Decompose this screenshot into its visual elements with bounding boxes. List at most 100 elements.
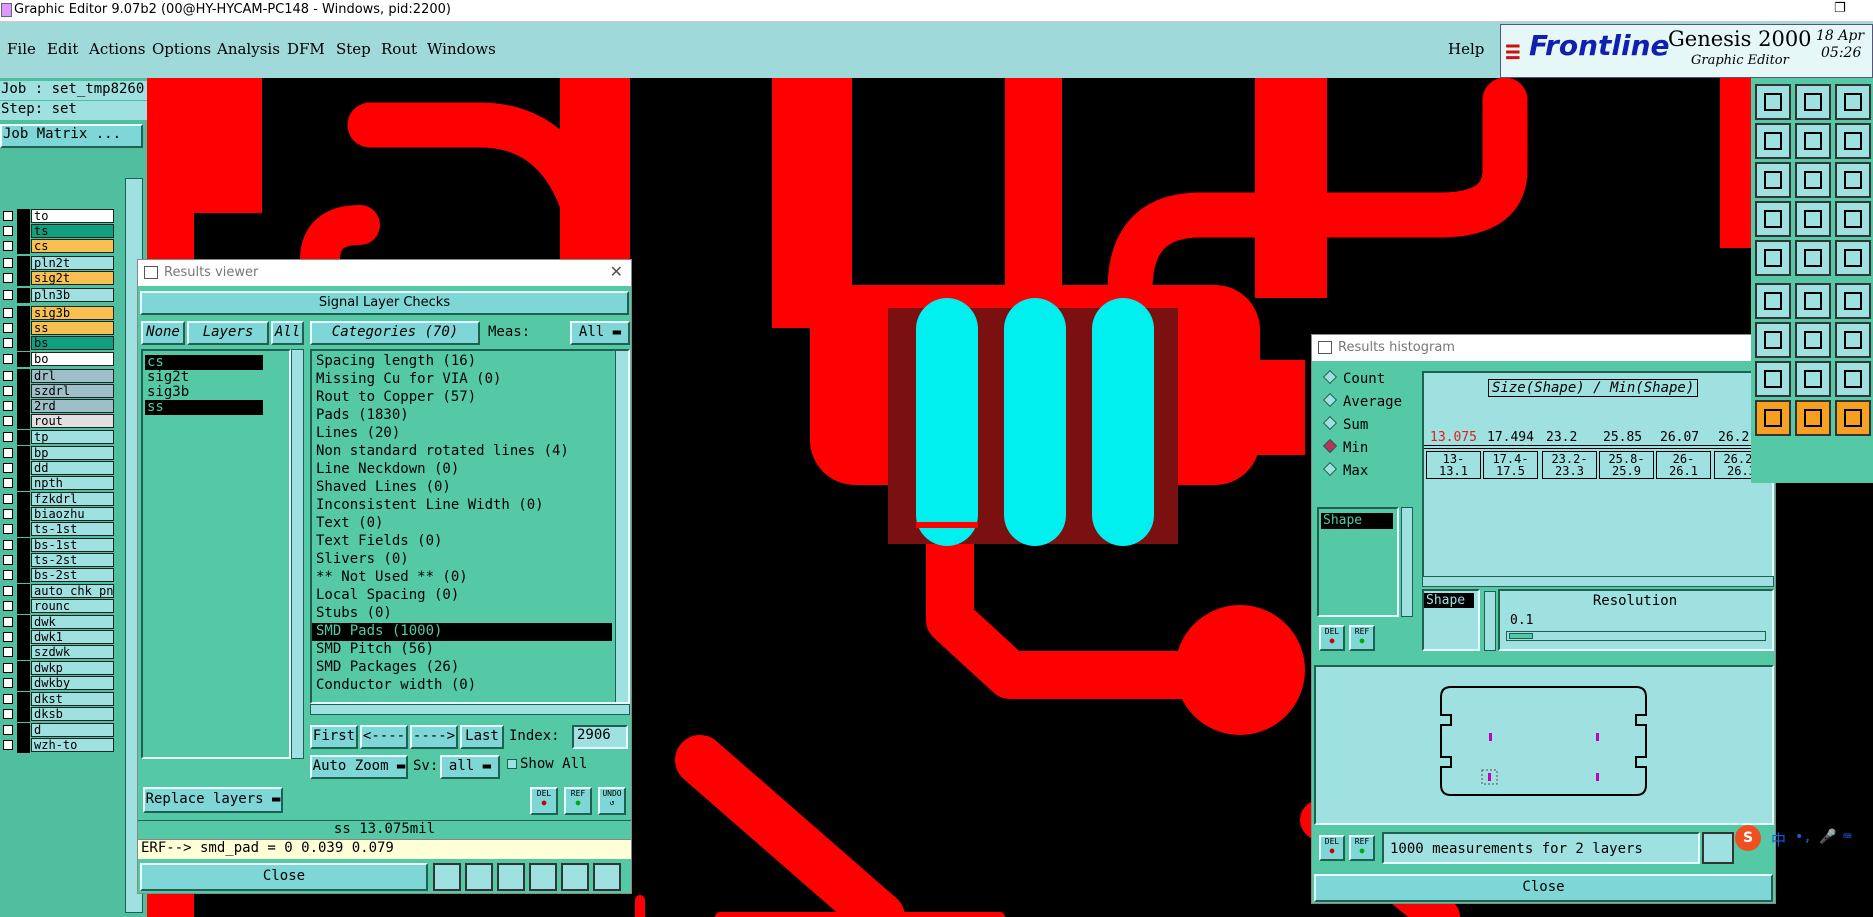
layer-row[interactable]: drl <box>0 369 116 384</box>
layer-row[interactable]: fzkdrl <box>0 492 116 507</box>
layer-name[interactable]: pln3b <box>31 288 114 302</box>
layer-name[interactable]: dwk <box>31 615 114 629</box>
category-listbox[interactable]: Spacing length (16) Missing Cu for VIA (0… <box>310 349 630 704</box>
print-icon[interactable] <box>1835 84 1871 120</box>
auto-zoom-select[interactable]: Auto Zoom ▬ <box>310 755 408 779</box>
layer-checkbox[interactable] <box>3 494 13 504</box>
histogram-bin-range[interactable]: 25.8- 25.9 <box>1599 451 1654 479</box>
layer-name[interactable]: bs-1st <box>31 538 114 552</box>
layer-checkbox[interactable] <box>3 386 13 396</box>
layer-row[interactable]: dwk <box>0 615 116 630</box>
step-tool-icon[interactable] <box>529 863 557 891</box>
replace-layers-select[interactable]: Replace layers ▬ <box>143 787 283 813</box>
layer-checkbox[interactable] <box>3 570 13 580</box>
zoom-histogram-icon[interactable] <box>1702 832 1734 864</box>
category-item[interactable]: Spacing length (16) <box>312 353 612 371</box>
histogram-bin-range[interactable]: 17.4- 17.5 <box>1483 451 1538 479</box>
layer-list-scrollbar[interactable] <box>291 349 304 759</box>
category-hscrollbar[interactable] <box>310 704 630 715</box>
grid-icon[interactable] <box>1795 201 1831 237</box>
layer-name[interactable]: dwkp <box>31 661 114 675</box>
category-item[interactable]: SMD Pads (1000) <box>312 623 612 641</box>
category-item[interactable]: Shaved Lines (0) <box>312 479 612 497</box>
layer-checkbox[interactable] <box>3 463 13 473</box>
layer-checkbox[interactable] <box>3 663 13 673</box>
pointer-icon[interactable] <box>1755 400 1791 436</box>
fit-icon[interactable] <box>1755 162 1791 198</box>
open-job-icon[interactable] <box>1755 84 1791 120</box>
category-item[interactable]: ** Not Used ** (0) <box>312 569 612 587</box>
resolution-scrollbar[interactable] <box>1484 591 1496 651</box>
layer-row[interactable]: sig2t <box>0 271 116 286</box>
menu-dfm[interactable]: DFM <box>287 40 325 58</box>
menu-actions[interactable]: Actions <box>89 40 145 58</box>
keyboard-icon[interactable]: ⌨ <box>1843 829 1851 845</box>
layer-checkbox[interactable] <box>3 258 13 268</box>
layer-checkbox[interactable] <box>3 432 13 442</box>
layer-name[interactable]: szdrl <box>31 384 114 398</box>
layer-row[interactable]: sig3b <box>0 306 116 321</box>
layer-name[interactable]: ts-2st <box>31 553 114 567</box>
net-icon[interactable] <box>1755 283 1791 319</box>
category-item[interactable]: SMD Packages (26) <box>312 659 612 677</box>
zoom-home-icon[interactable] <box>1835 123 1871 159</box>
layer-row[interactable]: rout <box>0 414 116 429</box>
category-item[interactable]: Text (0) <box>312 515 612 533</box>
ref-button[interactable]: REF ● <box>564 787 592 815</box>
radio-count[interactable]: Count <box>1322 369 1385 387</box>
layer-checkbox[interactable] <box>3 632 13 642</box>
category-item[interactable]: Line Neckdown (0) <box>312 461 612 479</box>
del-button[interactable]: DEL ● <box>530 787 558 815</box>
results-layer-item[interactable]: cs <box>145 355 263 370</box>
cross-icon[interactable] <box>1795 283 1831 319</box>
list-tool-icon[interactable] <box>561 863 589 891</box>
save-job-icon[interactable] <box>1795 84 1831 120</box>
menu-edit[interactable]: Edit <box>47 40 78 58</box>
layer-checkbox[interactable] <box>3 540 13 550</box>
layer-checkbox[interactable] <box>3 478 13 488</box>
layer-name[interactable]: szdwk <box>31 645 114 659</box>
arc-icon[interactable] <box>1755 361 1791 397</box>
layer-row[interactable]: dkst <box>0 692 116 707</box>
highlight-tool-icon[interactable] <box>433 863 461 891</box>
layer-name[interactable]: ts-1st <box>31 522 114 536</box>
results-layer-item[interactable]: sig3b <box>145 385 263 400</box>
layer-checkbox[interactable] <box>3 678 13 688</box>
layer-checkbox[interactable] <box>3 401 13 411</box>
category-item[interactable]: Local Spacing (0) <box>312 587 612 605</box>
first-button[interactable]: First <box>310 725 358 749</box>
menu-rout[interactable]: Rout <box>381 40 417 58</box>
category-item[interactable]: Missing Cu for VIA (0) <box>312 371 612 389</box>
layer-checkbox[interactable] <box>3 241 13 251</box>
layer-row[interactable]: biaozhu <box>0 507 116 522</box>
layer-name[interactable]: ss <box>31 321 114 335</box>
layer-row[interactable]: cs <box>0 239 116 254</box>
histogram-bin-range[interactable]: 23.2- 23.3 <box>1542 451 1597 479</box>
shape-list-item[interactable]: Shape <box>1321 513 1393 529</box>
radio-sum[interactable]: Sum <box>1322 415 1368 433</box>
layer-checkbox[interactable] <box>3 338 13 348</box>
report-tool-icon[interactable] <box>465 863 493 891</box>
histogram-tool-icon[interactable] <box>593 863 621 891</box>
layer-row[interactable]: dd <box>0 461 116 476</box>
layer-name[interactable]: cs <box>31 239 114 253</box>
layer-row[interactable]: bp <box>0 446 116 461</box>
zoom-in-icon[interactable] <box>1755 123 1791 159</box>
layer-name[interactable]: rounc <box>31 599 114 613</box>
undo-button[interactable]: UNDO ↺ <box>598 787 626 815</box>
layer-name[interactable]: wzh-to <box>31 738 114 752</box>
index-input[interactable]: 2906 <box>572 725 628 749</box>
menu-analysis[interactable]: Analysis <box>217 40 280 58</box>
layer-checkbox[interactable] <box>3 211 13 221</box>
meas-select[interactable]: All ▬ <box>570 321 630 345</box>
ime-language[interactable]: 中 <box>1771 829 1786 850</box>
layer-name[interactable]: bp <box>31 446 114 460</box>
last-button[interactable]: Last <box>460 725 504 749</box>
menu-step[interactable]: Step <box>336 40 371 58</box>
categories-button[interactable]: Categories (70) <box>310 321 480 345</box>
layer-checkbox[interactable] <box>3 601 13 611</box>
prev-button[interactable]: <---- <box>360 725 408 749</box>
layer-row[interactable]: bs-2st <box>0 568 116 583</box>
layer-name[interactable]: auto_chk_pni <box>31 584 114 598</box>
del-button[interactable]: DEL ● <box>1319 625 1345 651</box>
